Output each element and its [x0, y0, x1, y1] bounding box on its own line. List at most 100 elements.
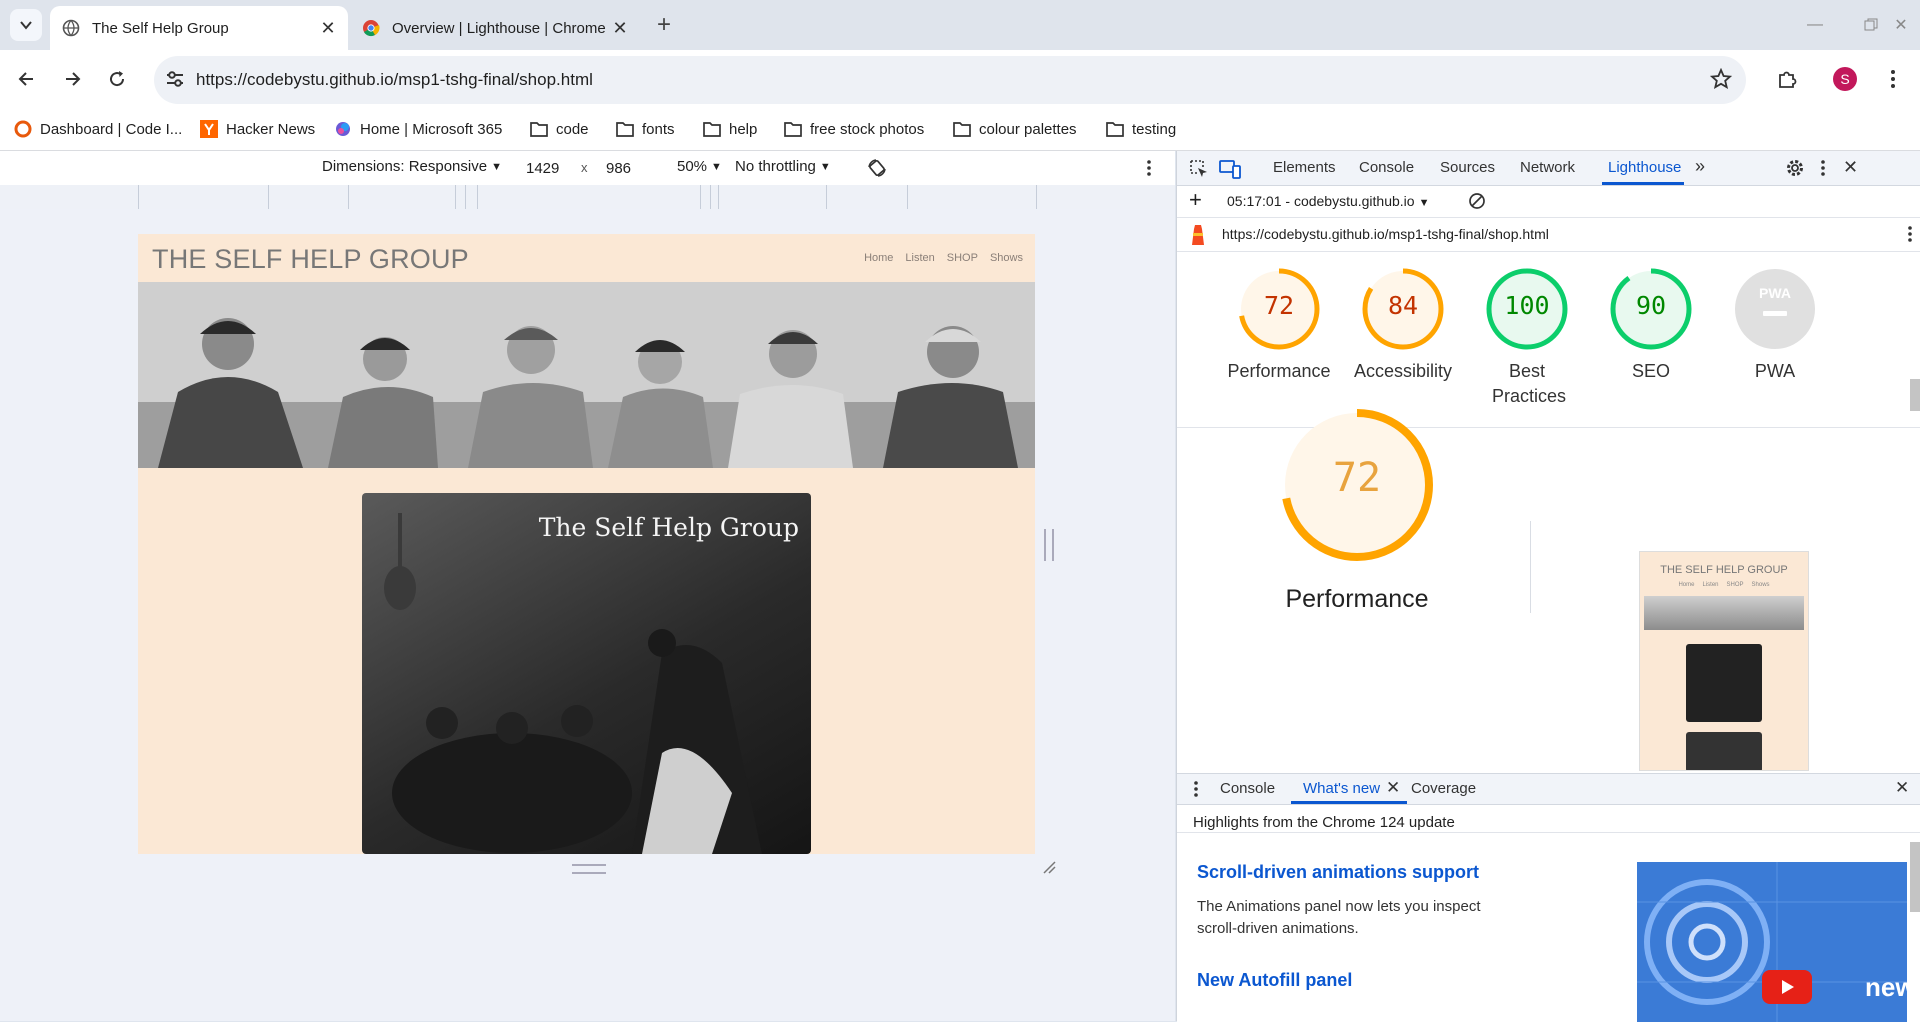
- youtube-play-icon[interactable]: [1762, 970, 1812, 1004]
- throttling-select[interactable]: No throttling ▼: [735, 158, 831, 175]
- album-cover[interactable]: The Self Help Group: [362, 493, 811, 854]
- browser-menu-button[interactable]: [1876, 62, 1910, 96]
- gauge-label: PWA: [1754, 361, 1796, 381]
- tab-elements[interactable]: Elements: [1273, 159, 1336, 176]
- whats-new-item-title[interactable]: Scroll-driven animations support: [1197, 862, 1479, 883]
- close-window-button[interactable]: ✕: [1886, 12, 1916, 38]
- tab-search-button[interactable]: [10, 9, 42, 41]
- device-toggle-icon[interactable]: [1219, 159, 1241, 179]
- whats-new-item-body: The Animations panel now lets you inspec…: [1197, 898, 1481, 937]
- drawer-tab-coverage[interactable]: Coverage: [1411, 780, 1476, 797]
- gauge-pwa[interactable]: PWA PWA: [1720, 267, 1830, 384]
- kebab-menu-icon[interactable]: [1907, 225, 1913, 243]
- devtools-tabbar: Elements Console Sources Network Lightho…: [1177, 151, 1920, 186]
- clear-reports-icon[interactable]: [1468, 192, 1486, 210]
- zoom-select[interactable]: 50% ▼: [677, 158, 722, 175]
- gauge-label: SEO: [1631, 361, 1670, 381]
- bookmark-folder-testing[interactable]: testing: [1106, 116, 1176, 142]
- nav-shows[interactable]: Shows: [990, 252, 1023, 264]
- site-info-icon[interactable]: [164, 68, 186, 90]
- gauge-value: 72: [1263, 291, 1295, 320]
- restore-button[interactable]: [1856, 12, 1886, 38]
- folder-icon: [703, 120, 721, 138]
- nav-shop[interactable]: SHOP: [947, 252, 978, 264]
- codeinstitute-icon: [14, 120, 32, 138]
- bookmark-folder-code[interactable]: code: [530, 116, 589, 142]
- minimize-button[interactable]: —: [1800, 12, 1830, 38]
- bookmark-dashboard[interactable]: Dashboard | Code I...: [14, 116, 182, 142]
- height-input[interactable]: 986: [598, 156, 662, 180]
- profile-button[interactable]: S: [1828, 62, 1862, 96]
- nav-home[interactable]: Home: [864, 252, 893, 264]
- close-tab-button[interactable]: ✕: [316, 16, 340, 40]
- dimensions-label: Dimensions: Responsive: [322, 158, 488, 175]
- device-toolbar-menu[interactable]: [1146, 159, 1152, 177]
- folder-icon: [1106, 120, 1124, 138]
- drawer-tab-whats-new[interactable]: What's new: [1303, 780, 1380, 797]
- back-button[interactable]: [10, 62, 44, 96]
- thumb-album-cover: [1686, 644, 1762, 722]
- final-screenshot-thumbnail[interactable]: THE SELF HELP GROUP Home Listen SHOP Sho…: [1639, 551, 1809, 771]
- gear-icon[interactable]: [1785, 158, 1805, 178]
- inspect-element-icon[interactable]: [1189, 159, 1209, 179]
- thumb-nav-item: Listen: [1702, 582, 1719, 588]
- tab-title: Overview | Lighthouse | Chrome: [392, 19, 606, 37]
- kebab-menu-icon[interactable]: [1820, 159, 1826, 177]
- browser-toolbar: https://codebystu.github.io/msp1-tshg-fi…: [0, 50, 1920, 108]
- thumb-nav-item: SHOP: [1726, 582, 1744, 588]
- drawer-scrollbar[interactable]: [1909, 834, 1920, 1022]
- new-tab-button[interactable]: +: [652, 11, 676, 38]
- gauge-performance[interactable]: 72 Performance: [1224, 267, 1334, 384]
- tab-console[interactable]: Console: [1359, 159, 1414, 176]
- extensions-button[interactable]: [1770, 62, 1804, 96]
- report-scrollbar[interactable]: [1909, 363, 1920, 773]
- throttling-label: No throttling: [735, 158, 816, 175]
- pwa-badge-icon: [1735, 269, 1815, 349]
- resize-handle-right[interactable]: [1044, 529, 1054, 561]
- resize-corner-icon[interactable]: [1042, 860, 1056, 874]
- site-logo[interactable]: THE SELF HELP GROUP: [152, 244, 469, 275]
- reload-button[interactable]: [100, 62, 134, 96]
- kebab-menu-icon[interactable]: [1193, 780, 1199, 798]
- emulated-page[interactable]: THE SELF HELP GROUP Home Listen SHOP Sho…: [138, 234, 1035, 854]
- folder-icon: [616, 120, 634, 138]
- whats-new-video-thumbnail[interactable]: new: [1637, 862, 1907, 1022]
- forward-button[interactable]: [55, 62, 89, 96]
- width-input[interactable]: 1429: [518, 156, 582, 180]
- bookmark-star-icon[interactable]: [1710, 68, 1732, 90]
- gauge-best-practices[interactable]: 100 Best Practices: [1472, 267, 1582, 409]
- media-query-ruler[interactable]: [0, 185, 1175, 210]
- resize-handle-bottom[interactable]: [572, 864, 606, 874]
- hackernews-icon: [200, 120, 218, 138]
- tab-lighthouse-overview[interactable]: Overview | Lighthouse | Chrome ✕: [350, 6, 640, 50]
- whats-new-item-title[interactable]: New Autofill panel: [1197, 970, 1352, 991]
- drawer-tab-console[interactable]: Console: [1220, 780, 1275, 797]
- tab-self-help-group[interactable]: The Self Help Group ✕: [50, 6, 348, 50]
- bookmark-folder-help[interactable]: help: [703, 116, 757, 142]
- dimensions-select[interactable]: Dimensions: Responsive ▼: [322, 158, 502, 175]
- performance-score: 72: [1332, 455, 1382, 501]
- tab-lighthouse[interactable]: Lighthouse: [1608, 159, 1681, 176]
- close-tab-button[interactable]: ✕: [608, 16, 632, 40]
- tab-network[interactable]: Network: [1520, 159, 1575, 176]
- more-tabs-icon[interactable]: »: [1695, 156, 1705, 177]
- new-report-button[interactable]: +: [1189, 187, 1202, 213]
- kebab-menu-icon: [1147, 160, 1151, 176]
- close-drawer-tab-button[interactable]: ✕: [1386, 778, 1400, 798]
- tab-sources[interactable]: Sources: [1440, 159, 1495, 176]
- bookmark-microsoft-365[interactable]: Home | Microsoft 365: [334, 116, 502, 142]
- gauge-seo[interactable]: 90 SEO: [1596, 267, 1706, 384]
- gauge-accessibility[interactable]: 84 Accessibility: [1348, 267, 1458, 384]
- bookmark-folder-fonts[interactable]: fonts: [616, 116, 675, 142]
- address-bar[interactable]: https://codebystu.github.io/msp1-tshg-fi…: [154, 56, 1746, 104]
- bookmark-folder-stock-photos[interactable]: free stock photos: [784, 116, 924, 142]
- bookmark-hacker-news[interactable]: Hacker News: [200, 116, 315, 142]
- nav-listen[interactable]: Listen: [905, 252, 934, 264]
- report-url[interactable]: https://codebystu.github.io/msp1-tshg-fi…: [1222, 226, 1549, 242]
- divider: [1177, 832, 1920, 833]
- bookmark-folder-colour-palettes[interactable]: colour palettes: [953, 116, 1077, 142]
- rotate-button[interactable]: [866, 157, 888, 179]
- close-devtools-button[interactable]: ✕: [1843, 157, 1858, 178]
- close-drawer-button[interactable]: ✕: [1895, 778, 1909, 798]
- report-select[interactable]: 05:17:01 - codebystu.github.io ▼: [1227, 193, 1429, 209]
